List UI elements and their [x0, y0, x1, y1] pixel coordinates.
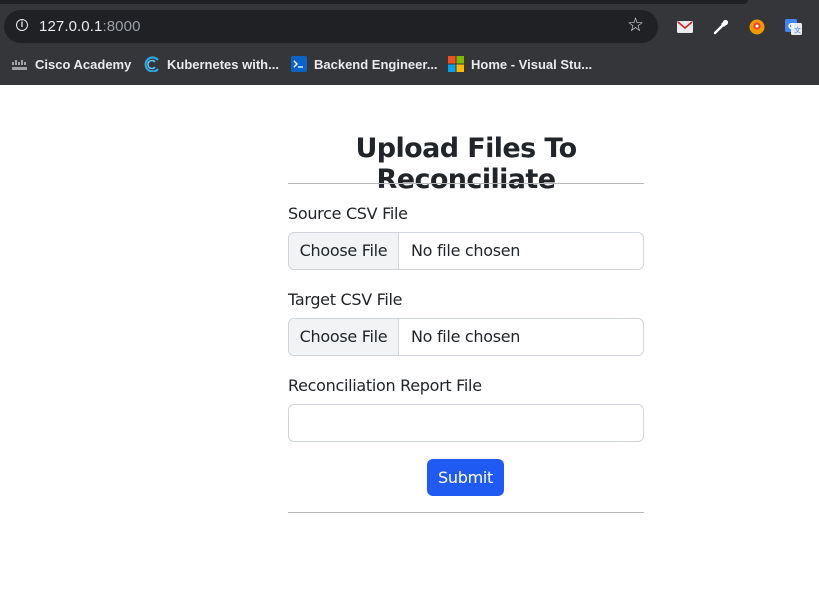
- url-host: 127.0.0.1: [39, 18, 103, 35]
- bookmark-star-icon[interactable]: ☆: [627, 16, 644, 35]
- target-choose-file-button[interactable]: Choose File: [289, 319, 399, 355]
- address-bar[interactable]: i 127.0.0.1:8000 ☆: [4, 10, 658, 43]
- report-file-field[interactable]: [288, 404, 644, 442]
- terminal-icon: [291, 56, 307, 72]
- page-content: Upload Files To Reconciliate Source CSV …: [0, 85, 819, 610]
- bookmarks-bar: Cisco Academy Kubernetes with... Backend…: [0, 50, 819, 78]
- top-divider: [288, 183, 644, 184]
- source-file-input[interactable]: Choose File No file chosen: [288, 232, 644, 270]
- bookmark-label: Kubernetes with...: [167, 56, 279, 72]
- microsoft-logo-icon: [448, 56, 464, 72]
- url-text[interactable]: 127.0.0.1:8000: [39, 18, 141, 35]
- svg-text:文: 文: [794, 26, 801, 35]
- target-file-label: Target CSV File: [288, 290, 403, 309]
- eyedropper-extension-icon[interactable]: [712, 18, 730, 36]
- target-file-status: No file chosen: [411, 327, 521, 346]
- cisco-icon: [12, 56, 28, 72]
- mail-extension-icon[interactable]: [676, 18, 694, 36]
- browser-chrome: i 127.0.0.1:8000 ☆ G文 Cisco Academy Kube…: [0, 0, 819, 85]
- kubernetes-swirl-icon: [144, 56, 160, 73]
- source-file-status: No file chosen: [411, 241, 521, 260]
- bottom-divider: [288, 512, 644, 513]
- bookmark-visual-studio[interactable]: Home - Visual Stu...: [448, 55, 592, 73]
- target-file-input[interactable]: Choose File No file chosen: [288, 318, 644, 356]
- tab-strip: [0, 0, 748, 4]
- source-file-label: Source CSV File: [288, 204, 408, 223]
- url-port: :8000: [102, 18, 141, 35]
- bookmark-label: Cisco Academy: [35, 56, 132, 72]
- bookmark-kubernetes[interactable]: Kubernetes with...: [144, 55, 279, 73]
- source-choose-file-button[interactable]: Choose File: [289, 233, 399, 269]
- bookmark-cisco-academy[interactable]: Cisco Academy: [12, 55, 131, 73]
- bookmark-backend-engineer[interactable]: Backend Engineer...: [291, 55, 438, 73]
- report-file-label: Reconciliation Report File: [288, 376, 482, 395]
- bookmark-label: Home - Visual Stu...: [471, 56, 593, 72]
- page-title: Upload Files To Reconciliate: [355, 133, 577, 195]
- location-extension-icon[interactable]: [748, 18, 766, 36]
- submit-button[interactable]: Submit: [427, 459, 504, 496]
- translate-extension-icon[interactable]: G文: [784, 18, 802, 36]
- info-icon[interactable]: i: [16, 19, 28, 31]
- bookmark-label: Backend Engineer...: [314, 56, 438, 72]
